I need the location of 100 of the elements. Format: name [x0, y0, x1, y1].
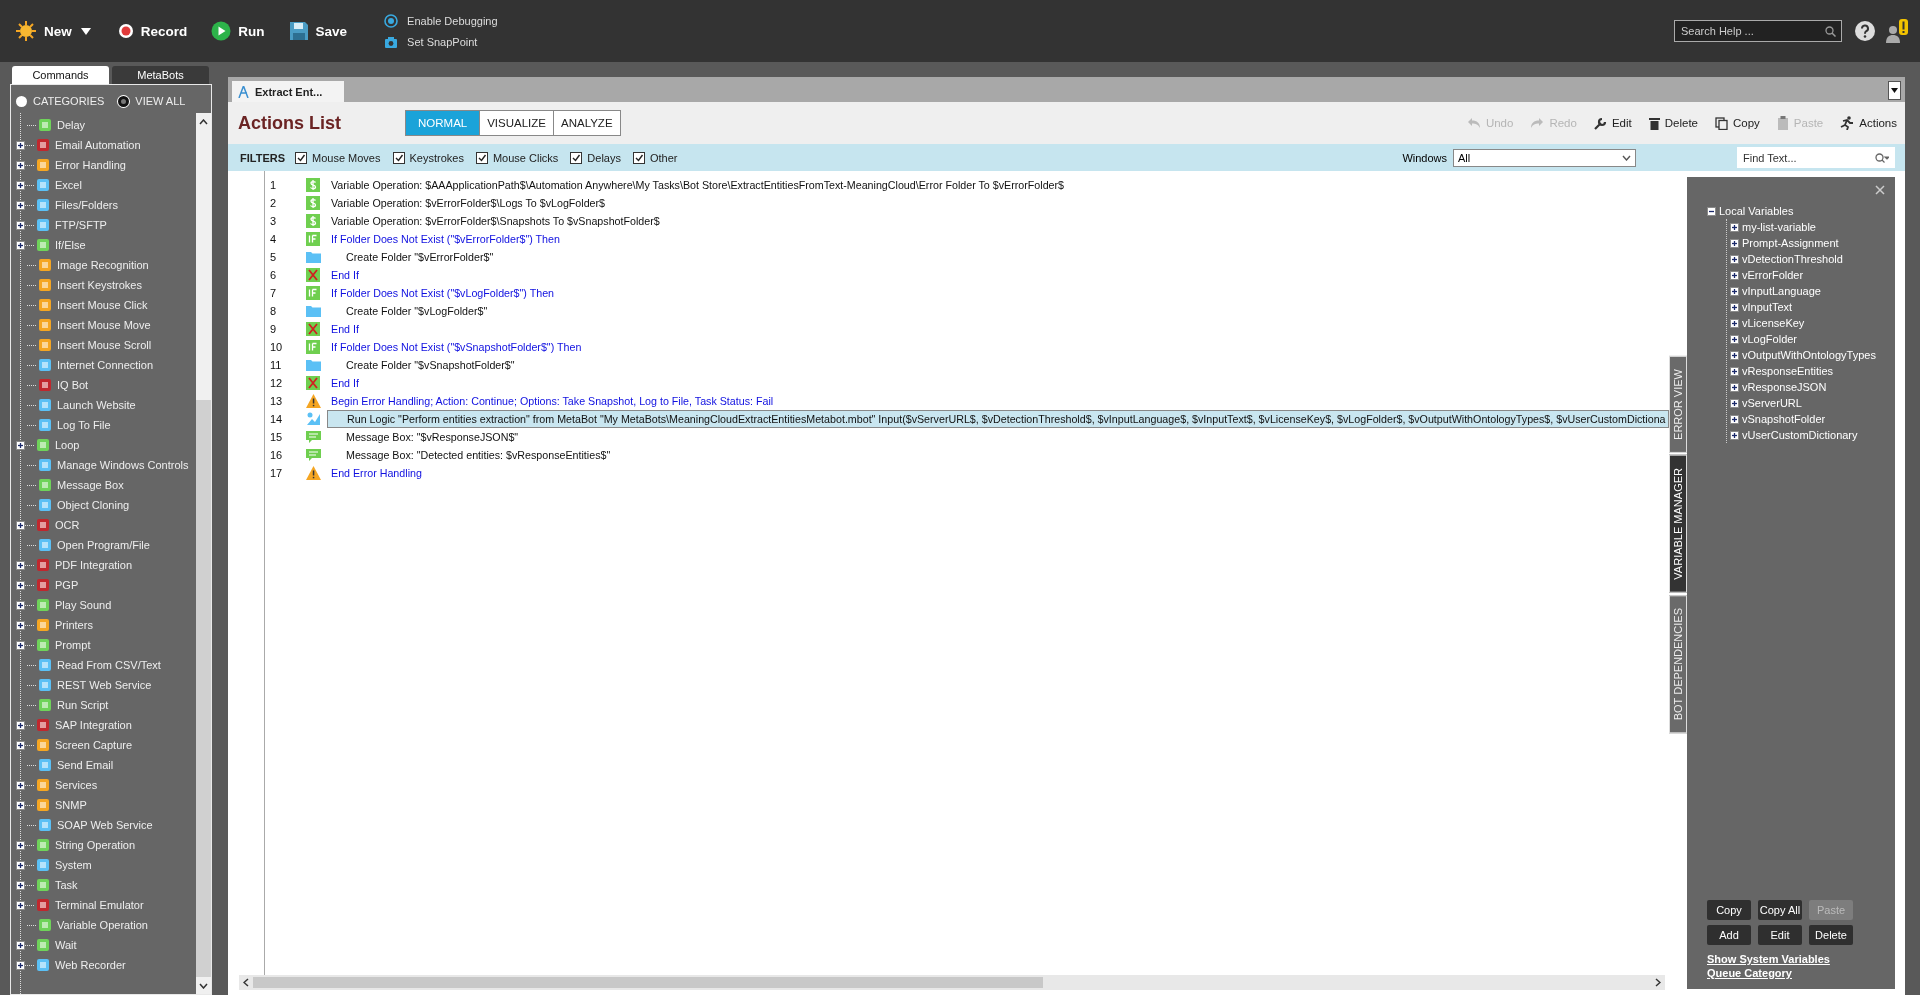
variable-item[interactable]: vSnapshotFolder — [1742, 413, 1826, 425]
command-item[interactable]: Open Program/File — [52, 539, 150, 551]
expand-icon[interactable] — [16, 620, 25, 630]
horizontal-scrollbar[interactable] — [239, 975, 1665, 990]
command-item[interactable]: SOAP Web Service — [52, 819, 153, 831]
panel-button[interactable]: Edit — [1758, 925, 1802, 945]
command-item[interactable]: Insert Keystrokes — [52, 279, 142, 291]
command-item[interactable]: Run Script — [52, 699, 109, 711]
code-line[interactable]: Variable Operation: $AAApplicationPath$\Automation Anywhere\My Tasks\Bot Store\ExtractEntitiesFromText-MeaningCloud\Error Folder To $vErrorFolder$ — [327, 176, 1669, 194]
command-item[interactable]: Insert Mouse Move — [52, 319, 151, 331]
code-line[interactable]: Variable Operation: $vErrorFolder$\Snapshots To $vSnapshotFolder$ — [327, 212, 1669, 230]
filter-checkbox[interactable]: Mouse Clicks — [475, 151, 559, 164]
command-item[interactable]: Loop — [50, 439, 80, 451]
scroll-up-icon[interactable] — [199, 118, 208, 125]
command-item[interactable]: SAP Integration — [50, 719, 132, 731]
command-item[interactable]: Screen Capture — [50, 739, 133, 751]
command-item[interactable]: Insert Mouse Scroll — [52, 339, 152, 351]
expand-icon[interactable] — [16, 800, 25, 810]
expand-icon[interactable] — [16, 860, 25, 870]
variable-item[interactable]: Prompt-Assignment — [1742, 237, 1839, 249]
command-item[interactable]: String Operation — [50, 839, 136, 851]
expand-icon[interactable] — [16, 580, 25, 590]
expand-icon[interactable] — [1730, 350, 1739, 360]
side-tab[interactable]: BOT DEPENDENCIES — [1669, 594, 1687, 733]
code-line[interactable]: If Folder Does Not Exist ("$vSnapshotFolder$") Then — [327, 338, 1669, 356]
copy-button[interactable]: Copy — [1715, 116, 1760, 130]
view-mode-tab[interactable]: NORMAL — [406, 111, 480, 135]
code-line[interactable]: End If — [327, 374, 1669, 392]
scroll-left-icon[interactable] — [243, 978, 249, 987]
command-item[interactable]: Files/Folders — [50, 199, 118, 211]
expand-icon[interactable] — [16, 180, 25, 190]
command-item[interactable]: PGP — [50, 579, 79, 591]
filter-checkbox[interactable]: Other — [632, 151, 678, 164]
debug-toggle[interactable]: Enable Debugging — [384, 13, 498, 28]
command-item[interactable]: Log To File — [52, 419, 111, 431]
new-button[interactable]: New — [10, 16, 77, 46]
expand-icon[interactable] — [16, 560, 25, 570]
expand-icon[interactable] — [16, 840, 25, 850]
view-mode-tab[interactable]: ANALYZE — [553, 111, 620, 135]
expand-icon[interactable] — [16, 240, 25, 250]
expand-icon[interactable] — [16, 220, 25, 230]
command-item[interactable]: Read From CSV/Text — [52, 659, 161, 671]
view-radio[interactable]: CATEGORIES — [16, 95, 105, 107]
command-item[interactable]: Printers — [50, 619, 93, 631]
expand-icon[interactable] — [1730, 286, 1739, 296]
command-item[interactable]: Prompt — [50, 639, 91, 651]
scrollbar[interactable] — [196, 113, 211, 994]
command-item[interactable]: REST Web Service — [52, 679, 152, 691]
code-line[interactable]: End Error Handling — [327, 464, 1669, 482]
command-item[interactable]: Internet Connection — [52, 359, 153, 371]
panel-link[interactable]: Show System Variables — [1707, 953, 1830, 965]
command-item[interactable]: Image Recognition — [52, 259, 149, 271]
view-mode-tab[interactable]: VISUALIZE — [479, 111, 553, 135]
variable-item[interactable]: vInputLanguage — [1742, 285, 1821, 297]
command-item[interactable]: FTP/SFTP — [50, 219, 107, 231]
code-line[interactable]: Create Folder "$vErrorFolder$" — [327, 248, 1669, 266]
code-line[interactable]: Message Box: "$vResponseJSON$" — [327, 428, 1669, 446]
variable-item[interactable]: vResponseEntities — [1742, 365, 1834, 377]
variable-item[interactable]: Local Variables — [1719, 205, 1794, 217]
delete-button[interactable]: Delete — [1648, 116, 1698, 130]
find-field[interactable]: Find Text... — [1737, 147, 1895, 168]
variable-item[interactable]: vLicenseKey — [1742, 317, 1805, 329]
command-item[interactable]: System — [50, 859, 92, 871]
panel-button[interactable]: Copy — [1707, 900, 1751, 920]
variable-item[interactable]: vInputText — [1742, 301, 1793, 313]
panel-link[interactable]: Queue Category — [1707, 967, 1792, 979]
command-item[interactable]: Excel — [50, 179, 82, 191]
code-line[interactable]: Variable Operation: $vErrorFolder$\Logs To $vLogFolder$ — [327, 194, 1669, 212]
command-item[interactable]: Error Handling — [50, 159, 126, 171]
command-item[interactable]: Insert Mouse Click — [52, 299, 148, 311]
code-line[interactable]: Begin Error Handling; Action: Continue; Options: Take Snapshot, Log to File, Task Status: Fail — [327, 392, 1669, 410]
command-item[interactable]: Object Cloning — [52, 499, 130, 511]
command-item[interactable]: Message Box — [52, 479, 124, 491]
expand-icon[interactable] — [1730, 238, 1739, 248]
variable-item[interactable]: vLogFolder — [1742, 333, 1798, 345]
panel-button[interactable]: Add — [1707, 925, 1751, 945]
expand-icon[interactable] — [1730, 270, 1739, 280]
code-line[interactable]: Create Folder "$vSnapshotFolder$" — [327, 356, 1669, 374]
user-alert-icon[interactable] — [1884, 18, 1910, 44]
expand-icon[interactable] — [1730, 222, 1739, 232]
expand-icon[interactable] — [1730, 254, 1739, 264]
sidebar-tab[interactable]: Commands — [12, 66, 109, 84]
command-item[interactable]: Delay — [52, 119, 86, 131]
expand-icon[interactable] — [16, 960, 25, 970]
actions-button[interactable]: Actions — [1840, 116, 1897, 130]
scroll-right-icon[interactable] — [1655, 978, 1661, 987]
expand-icon[interactable] — [1730, 302, 1739, 312]
code-line[interactable]: If Folder Does Not Exist ("$vErrorFolder$") Then — [327, 230, 1669, 248]
save-button[interactable]: Save — [283, 17, 353, 45]
copy-all-button[interactable]: Delete — [1809, 925, 1853, 945]
variable-item[interactable]: vServerURL — [1742, 397, 1802, 409]
expand-icon[interactable] — [16, 880, 25, 890]
snappoint-button[interactable]: Set SnapPoint — [384, 35, 498, 49]
run-button[interactable]: Run — [206, 17, 270, 45]
expand-icon[interactable] — [16, 160, 25, 170]
expand-icon[interactable] — [16, 640, 25, 650]
copy-all-button[interactable]: Copy All — [1758, 900, 1802, 920]
expand-icon[interactable] — [16, 740, 25, 750]
command-item[interactable]: Launch Website — [52, 399, 136, 411]
help-icon[interactable] — [1854, 20, 1876, 42]
